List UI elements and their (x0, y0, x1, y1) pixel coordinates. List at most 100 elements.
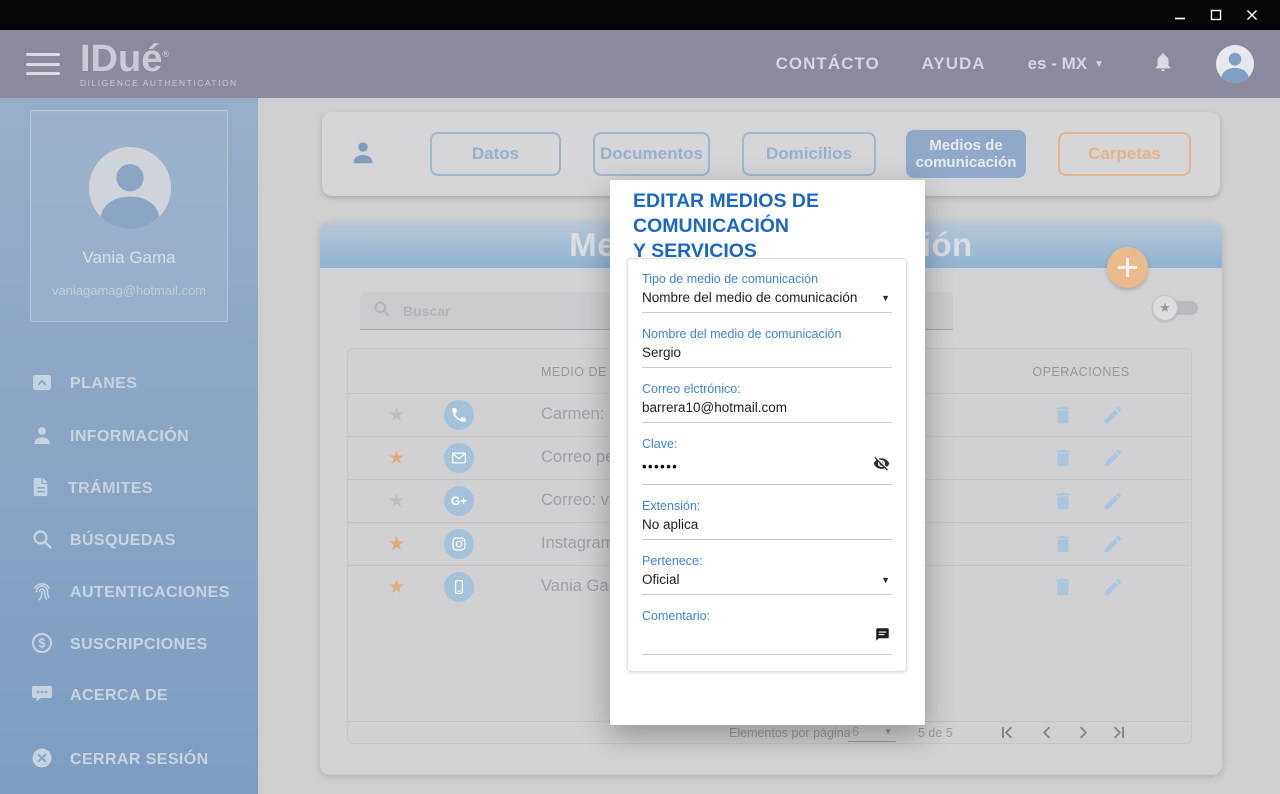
close-button[interactable] (1238, 3, 1266, 27)
search-icon (372, 299, 391, 323)
pertenece-select[interactable]: Oficial ▼ (642, 568, 892, 595)
trash-icon[interactable] (1052, 404, 1074, 431)
chevron-down-icon: ▼ (881, 293, 890, 303)
field-label: Extensión: (642, 499, 892, 513)
add-button[interactable] (1107, 247, 1148, 288)
fingerprint-icon (30, 579, 54, 608)
person-icon (348, 137, 378, 172)
phone-icon (444, 400, 474, 430)
maximize-button[interactable] (1202, 3, 1230, 27)
language-selector[interactable]: es - MX ▼ (1028, 54, 1104, 74)
pencil-icon[interactable] (1102, 576, 1124, 603)
field-extension: Extensión: No aplica (642, 499, 892, 540)
user-avatar[interactable] (1216, 45, 1254, 83)
minimize-button[interactable] (1166, 3, 1194, 27)
sidebar-item-busquedas[interactable]: BÚSQUEDAS (30, 528, 176, 554)
last-page-icon[interactable] (1110, 723, 1130, 743)
page-size-select[interactable]: 6 ▼ (848, 722, 896, 742)
next-page-icon[interactable] (1074, 723, 1094, 743)
field-label: Tipo de medio de comunicación (642, 272, 892, 286)
pencil-icon[interactable] (1102, 533, 1124, 560)
os-titlebar (0, 0, 1280, 30)
favorites-toggle[interactable]: ★ (1152, 295, 1198, 321)
star-icon: ★ (1152, 295, 1178, 321)
tab-documentos[interactable]: Documentos (593, 132, 710, 176)
star-icon[interactable]: ★ (388, 404, 405, 427)
bell-icon[interactable] (1152, 51, 1174, 78)
mail-icon (444, 443, 474, 473)
profile-email: vaniagamag@hotmail.com (31, 283, 227, 298)
field-pertenece: Pertenece: Oficial ▼ (642, 554, 892, 595)
logo-text: IDué (80, 38, 162, 80)
correo-input[interactable]: barrera10@hotmail.com (642, 396, 892, 423)
sidebar-item-cerrar-sesion[interactable]: CERRAR SESIÓN (30, 747, 209, 773)
pencil-icon[interactable] (1102, 447, 1124, 474)
logo-tagline: DILIGENCE AUTHENTICATION (80, 79, 238, 88)
tab-medios-de-comunicacion[interactable]: Medios de comunicación (906, 130, 1026, 178)
field-label: Correo elctrónico: (642, 382, 892, 396)
profile-avatar (89, 147, 171, 229)
first-page-icon[interactable] (997, 723, 1017, 743)
logout-icon (30, 746, 54, 775)
tab-datos[interactable]: Datos (430, 132, 561, 176)
nav-ayuda[interactable]: AYUDA (922, 54, 986, 74)
document-icon (30, 475, 52, 504)
field-label: Clave: (642, 437, 892, 451)
search-icon (30, 527, 54, 556)
registered-mark: ® (162, 49, 169, 59)
star-icon[interactable]: ★ (388, 447, 405, 470)
person-icon (30, 423, 54, 452)
tipo-medio-select[interactable]: Nombre del medio de comunicación ▼ (642, 286, 892, 313)
tab-domicilios[interactable]: Domicilios (742, 132, 876, 176)
nombre-medio-input[interactable]: Sergio (642, 341, 892, 368)
eye-off-icon[interactable] (873, 455, 890, 477)
star-icon[interactable]: ★ (388, 490, 405, 513)
pencil-icon[interactable] (1102, 404, 1124, 431)
extension-input[interactable]: No aplica (642, 513, 892, 540)
app-logo: IDué® DILIGENCE AUTHENTICATION (80, 40, 238, 88)
page-range: 5 de 5 (918, 726, 953, 740)
field-comentario: Comentario: (642, 609, 892, 655)
dialog-form-card: Tipo de medio de comunicación Nombre del… (627, 258, 907, 672)
mobile-icon (444, 572, 474, 602)
sidebar-item-suscripciones[interactable]: $ SUSCRIPCIONES (30, 632, 208, 658)
clave-input[interactable]: •••••• (642, 451, 892, 485)
star-icon[interactable]: ★ (388, 533, 405, 556)
language-value: es - MX (1028, 54, 1088, 74)
sidebar-item-autenticaciones[interactable]: AUTENTICACIONES (30, 580, 230, 606)
comentario-input[interactable] (642, 623, 892, 655)
google-plus-icon: G+ (444, 486, 474, 516)
app-header: IDué® DILIGENCE AUTHENTICATION CONTÁCTO … (0, 30, 1280, 98)
trash-icon[interactable] (1052, 576, 1074, 603)
star-icon[interactable]: ★ (388, 576, 405, 599)
profile-name: Vania Gama (31, 248, 227, 268)
dialog-title: EDITAR MEDIOS DE COMUNICACIÓN Y SERVICIO… (633, 189, 903, 264)
field-correo: Correo elctrónico: barrera10@hotmail.com (642, 382, 892, 423)
comment-icon[interactable] (875, 627, 890, 647)
chat-icon (30, 682, 54, 711)
profile-card: Vania Gama vaniagamag@hotmail.com (30, 110, 228, 322)
nav-contacto[interactable]: CONTÁCTO (776, 54, 880, 74)
field-label: Nombre del medio de comunicación (642, 327, 892, 341)
instagram-icon (444, 529, 474, 559)
tab-carpetas[interactable]: Carpetas (1058, 132, 1191, 176)
prev-page-icon[interactable] (1037, 723, 1057, 743)
sidebar-item-tramites[interactable]: TRÁMITES (30, 476, 153, 502)
field-clave: Clave: •••••• (642, 437, 892, 485)
sidebar-item-acerca-de[interactable]: ACERCA DE (30, 683, 168, 709)
sidebar-item-informacion[interactable]: INFORMACIÓN (30, 424, 189, 450)
field-label: Comentario: (642, 609, 892, 623)
column-operaciones: OPERACIONES (1011, 365, 1151, 379)
trash-icon[interactable] (1052, 533, 1074, 560)
chevron-down-icon: ▼ (881, 575, 890, 585)
trash-icon[interactable] (1052, 447, 1074, 474)
svg-text:$: $ (39, 636, 46, 650)
edit-medios-dialog: EDITAR MEDIOS DE COMUNICACIÓN Y SERVICIO… (610, 180, 925, 725)
menu-hamburger-icon[interactable] (26, 53, 60, 75)
sidebar-item-planes[interactable]: PLANES (30, 371, 137, 397)
pencil-icon[interactable] (1102, 490, 1124, 517)
trash-icon[interactable] (1052, 490, 1074, 517)
sidebar: Vania Gama vaniagamag@hotmail.com PLANES… (0, 98, 258, 794)
dollar-icon: $ (30, 631, 54, 660)
chevron-down-icon: ▼ (884, 727, 892, 736)
